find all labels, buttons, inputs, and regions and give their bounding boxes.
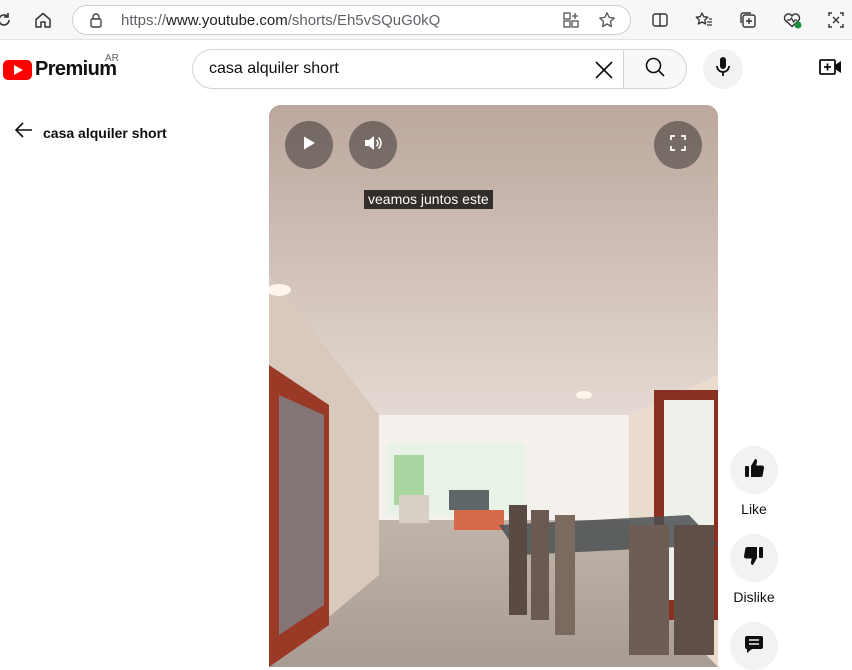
favorite-star-icon[interactable] — [598, 11, 616, 34]
fullscreen-button[interactable] — [654, 121, 702, 169]
like-button[interactable] — [730, 446, 778, 494]
youtube-header: Premium AR casa alquiler short — [0, 40, 852, 98]
comments-action — [730, 622, 778, 670]
refresh-icon[interactable] — [0, 8, 16, 32]
home-icon[interactable] — [31, 8, 55, 32]
dislike-action: Dislike — [730, 534, 778, 605]
like-label: Like — [741, 501, 767, 517]
screenshot-icon[interactable] — [824, 8, 848, 32]
dislike-button[interactable] — [730, 534, 778, 582]
comment-icon — [744, 634, 764, 659]
search-query-text: casa alquiler short — [209, 60, 339, 77]
voice-search-button[interactable] — [703, 49, 743, 89]
video-caption: veamos juntos este — [364, 190, 493, 209]
create-video-icon — [819, 57, 843, 82]
fullscreen-icon — [669, 134, 687, 157]
shorts-video-player[interactable]: veamos juntos este — [269, 105, 718, 667]
collections-icon[interactable] — [736, 8, 760, 32]
clear-search-icon[interactable] — [592, 58, 616, 82]
back-arrow-icon — [14, 120, 34, 145]
comments-button[interactable] — [730, 622, 778, 670]
favorites-icon[interactable] — [692, 8, 716, 32]
search-input[interactable]: casa alquiler short — [192, 49, 624, 89]
back-label: casa alquiler short — [43, 124, 167, 141]
browser-toolbar: https://www.youtube.com/shorts/Eh5vSQuG0… — [0, 0, 852, 40]
youtube-premium-logo[interactable]: Premium — [3, 58, 117, 81]
play-icon — [301, 135, 317, 156]
volume-icon — [363, 134, 383, 157]
app-available-icon[interactable] — [562, 11, 580, 34]
address-bar[interactable]: https://www.youtube.com/shorts/Eh5vSQuG0… — [72, 5, 631, 35]
thumbs-up-icon — [743, 457, 765, 484]
split-screen-icon[interactable] — [648, 8, 672, 32]
search-icon — [644, 56, 666, 83]
back-to-search-link[interactable]: casa alquiler short — [14, 120, 167, 145]
youtube-logo-icon — [3, 59, 32, 80]
thumbs-down-icon — [743, 545, 765, 572]
lock-icon[interactable] — [89, 12, 103, 33]
dislike-label: Dislike — [733, 589, 775, 605]
browser-essentials-icon[interactable] — [780, 8, 804, 32]
country-code: AR — [105, 53, 119, 64]
create-button[interactable] — [818, 57, 844, 81]
like-action: Like — [730, 446, 778, 517]
search-button[interactable] — [623, 49, 687, 89]
microphone-icon — [715, 56, 731, 83]
url-text[interactable]: https://www.youtube.com/shorts/Eh5vSQuG0… — [121, 12, 440, 29]
play-button[interactable] — [285, 121, 333, 169]
video-frame — [269, 105, 718, 667]
mute-button[interactable] — [349, 121, 397, 169]
